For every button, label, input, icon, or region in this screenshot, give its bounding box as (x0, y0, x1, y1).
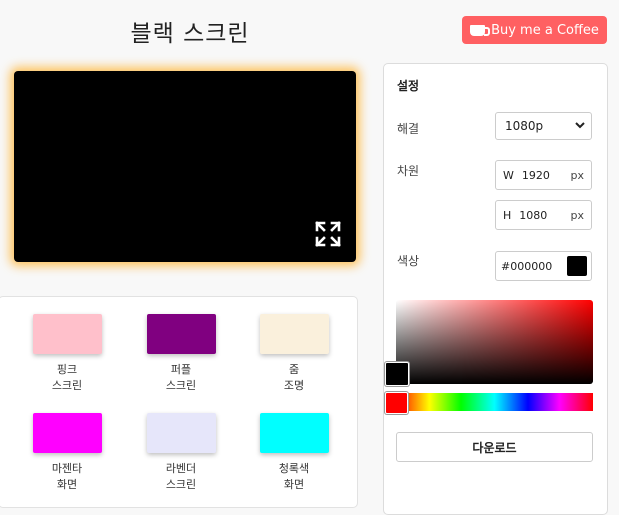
swatch-label: 퍼플 스크린 (165, 363, 197, 392)
height-prefix: H (503, 208, 512, 222)
buy-me-a-coffee-button[interactable]: Buy me a Coffee (462, 16, 607, 44)
coffee-button-label: Buy me a Coffee (491, 22, 599, 38)
dimension-label: 차원 (397, 164, 420, 178)
hue-slider[interactable] (396, 393, 593, 411)
fullscreen-icon[interactable] (314, 220, 342, 248)
saturation-picker-handle[interactable] (385, 362, 409, 386)
height-value[interactable]: 1080 (519, 209, 570, 222)
swatch-color-box[interactable] (146, 413, 216, 453)
swatch-purple[interactable]: 퍼플 스크린 (126, 314, 236, 394)
download-button[interactable]: 다운로드 (396, 432, 593, 462)
color-screen-preview[interactable] (14, 71, 356, 262)
chevron-down-icon (575, 122, 585, 129)
swatch-cyan[interactable]: 청록색 화면 (239, 413, 349, 493)
page-title: 블랙 스크린 (130, 21, 250, 47)
swatch-color-box[interactable] (146, 314, 216, 354)
height-field[interactable]: H 1080 px (495, 200, 592, 230)
color-label: 색상 (397, 254, 420, 268)
saturation-value-picker[interactable] (396, 300, 593, 384)
width-field[interactable]: W 1920 px (495, 160, 592, 190)
width-prefix: W (503, 168, 514, 182)
swatch-lavender[interactable]: 라벤더 스크린 (126, 413, 236, 493)
swatch-label: 핑크 스크린 (51, 363, 83, 392)
swatch-magenta[interactable]: 마젠타 화면 (12, 413, 122, 493)
swatch-color-box[interactable] (259, 413, 329, 453)
color-hex-field[interactable]: #000000 (495, 251, 592, 281)
swatch-color-box[interactable] (32, 314, 102, 354)
coffee-cup-icon (470, 24, 491, 36)
resolution-select[interactable]: 1080p (495, 112, 592, 140)
height-unit: px (570, 208, 585, 222)
color-preview-chip (567, 256, 587, 276)
swatch-color-box[interactable] (259, 314, 329, 354)
swatch-label: 청록색 화면 (278, 462, 310, 491)
width-value[interactable]: 1920 (522, 169, 571, 182)
swatch-zoom-light[interactable]: 줌 조명 (239, 314, 349, 394)
color-hex-value[interactable]: #000000 (501, 260, 567, 273)
resolution-label: 해결 (397, 122, 420, 136)
swatch-pink[interactable]: 핑크 스크린 (12, 314, 122, 394)
hue-slider-handle[interactable] (385, 392, 408, 414)
swatch-label: 줌 조명 (283, 363, 305, 392)
swatch-color-box[interactable] (32, 413, 102, 453)
settings-panel: 설정 해결 1080p 차원 W 1920 px H 1080 px 색상 #0… (383, 63, 608, 515)
width-unit: px (570, 168, 585, 182)
color-swatch-panel: 핑크 스크린 퍼플 스크린 줌 조명 마젠타 화면 라벤더 스크린 청록색 화면 (0, 296, 358, 508)
resolution-value: 1080p (505, 119, 544, 133)
settings-title: 설정 (397, 79, 420, 93)
swatch-label: 마젠타 화면 (51, 462, 83, 491)
swatch-label: 라벤더 스크린 (165, 462, 197, 491)
